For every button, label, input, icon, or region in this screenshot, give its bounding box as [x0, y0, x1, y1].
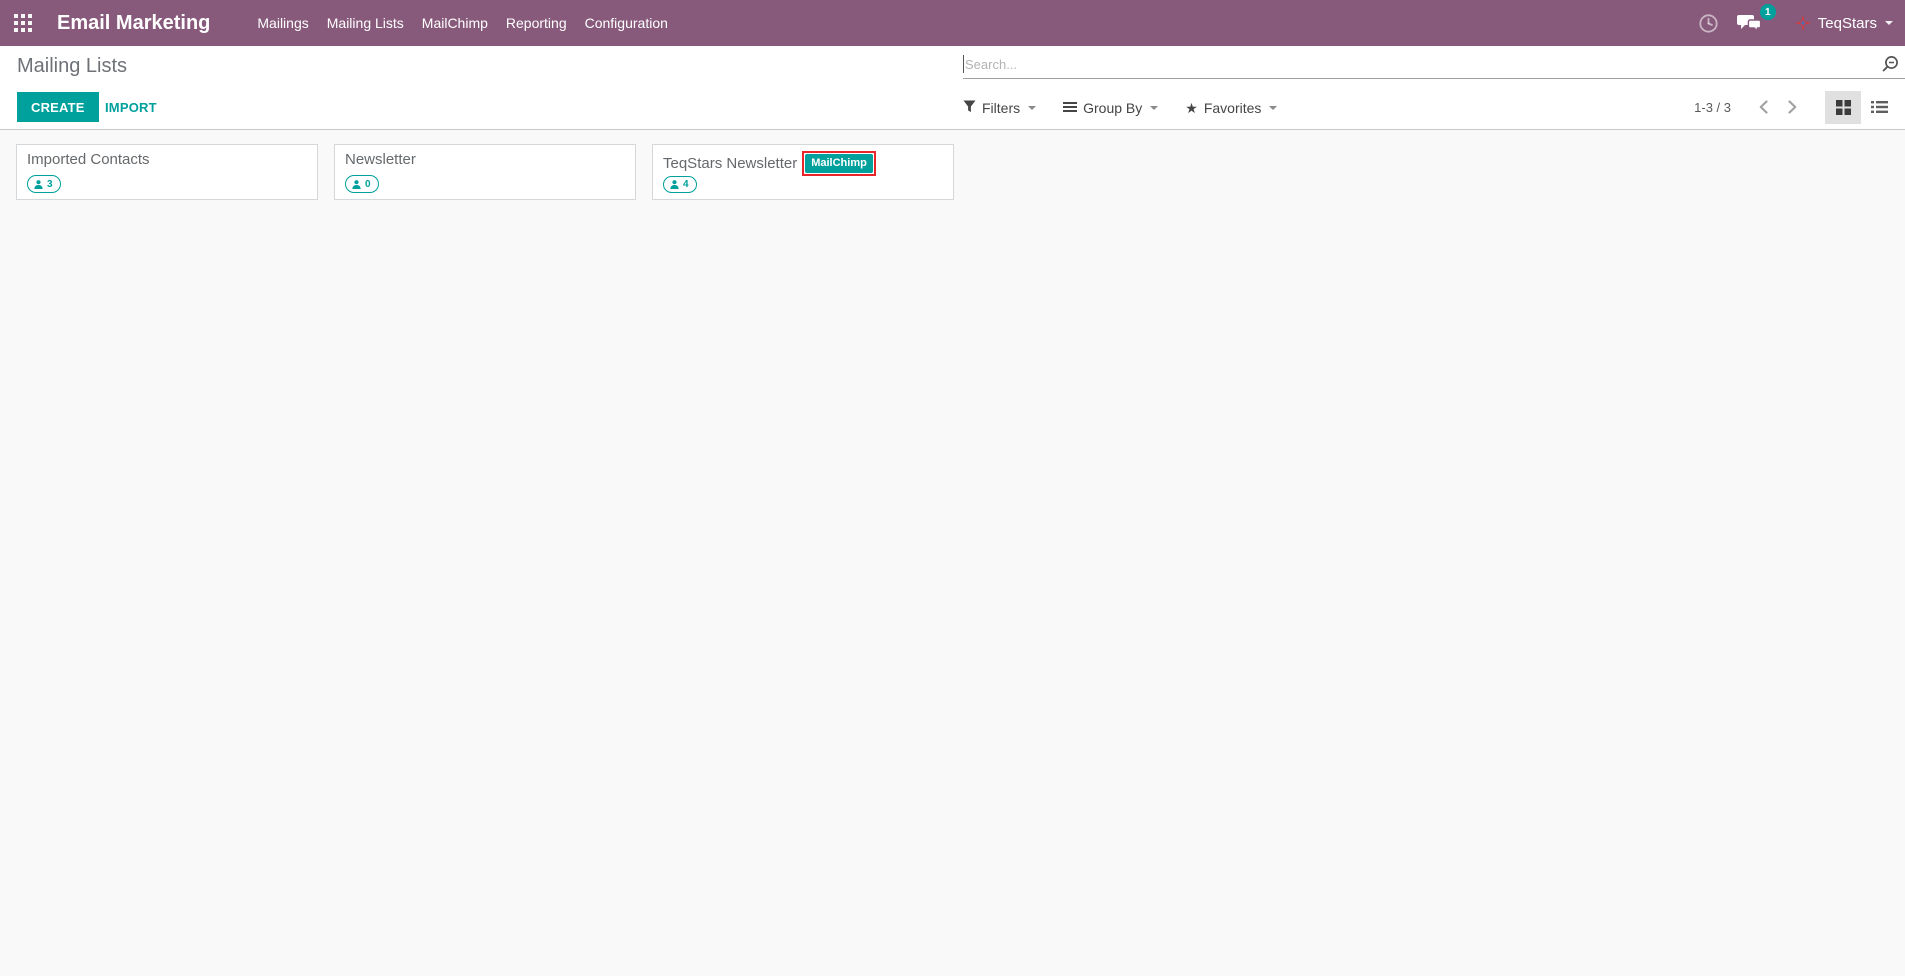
filters-dropdown[interactable]: Filters [963, 100, 1036, 116]
contacts-count-badge: 3 [27, 175, 61, 193]
group-by-dropdown[interactable]: Group By [1063, 100, 1158, 116]
chevron-down-icon [1885, 21, 1893, 25]
menu-item-configuration[interactable]: Configuration [576, 0, 677, 46]
list-view-icon [1871, 100, 1888, 114]
navbar-right: 1 TeqStars [1698, 13, 1893, 34]
pager-previous-button[interactable] [1749, 96, 1778, 118]
messages-icon[interactable]: 1 [1737, 13, 1763, 33]
messages-count-badge: 1 [1760, 4, 1776, 20]
mailing-list-card-newsletter[interactable]: Newsletter 0 [334, 144, 636, 200]
user-name: TeqStars [1818, 15, 1877, 32]
favorites-label: Favorites [1204, 100, 1262, 116]
star-icon: ★ [1185, 101, 1198, 115]
page-title: Mailing Lists [17, 55, 127, 78]
kanban-view: Imported Contacts 3 Newsletter 0 TeqStar… [0, 130, 1905, 200]
person-icon [34, 180, 43, 189]
menu-item-reporting[interactable]: Reporting [497, 0, 576, 46]
card-title: Imported Contacts [27, 151, 150, 168]
pager: 1-3 / 3 [1694, 90, 1897, 124]
mailing-list-card-teqstars-newsletter[interactable]: TeqStars Newsletter MailChimp 4 [652, 144, 954, 200]
activities-clock-icon[interactable] [1698, 13, 1719, 34]
contacts-count: 0 [365, 179, 371, 190]
app-title: Email Marketing [57, 12, 210, 35]
list-view-button[interactable] [1861, 91, 1897, 124]
import-button[interactable]: IMPORT [92, 92, 170, 122]
contacts-count: 3 [47, 179, 53, 190]
kanban-view-icon [1836, 100, 1851, 115]
group-by-icon [1063, 100, 1077, 116]
search-options: Filters Group By ★ Favorites [963, 92, 1277, 123]
menu-item-mailchimp[interactable]: MailChimp [413, 0, 497, 46]
kanban-view-button[interactable] [1825, 91, 1861, 124]
chevron-down-icon [1269, 106, 1277, 110]
apps-menu-icon[interactable] [14, 14, 32, 32]
favorites-dropdown[interactable]: ★ Favorites [1185, 100, 1277, 116]
main-menu: Mailings Mailing Lists MailChimp Reporti… [248, 0, 677, 46]
control-panel: Mailing Lists CREATE IMPORT Filters [0, 46, 1905, 130]
person-icon [352, 180, 361, 189]
create-button[interactable]: CREATE [17, 92, 99, 122]
filters-label: Filters [982, 100, 1020, 116]
filter-funnel-icon [963, 100, 976, 116]
search-icon[interactable] [1881, 55, 1899, 78]
view-switcher [1825, 91, 1897, 124]
text-cursor [963, 55, 964, 73]
click-target-highlight: MailChimp [802, 151, 876, 176]
card-title: TeqStars Newsletter [663, 155, 797, 172]
menu-item-mailing-lists[interactable]: Mailing Lists [318, 0, 413, 46]
card-title: Newsletter [345, 151, 416, 168]
user-avatar-icon [1795, 15, 1811, 31]
search-box [963, 50, 1905, 79]
mailing-list-card-imported-contacts[interactable]: Imported Contacts 3 [16, 144, 318, 200]
group-by-label: Group By [1083, 100, 1142, 116]
top-navbar: Email Marketing Mailings Mailing Lists M… [0, 0, 1905, 46]
pager-next-button[interactable] [1778, 96, 1807, 118]
contacts-count-badge: 0 [345, 175, 379, 193]
chevron-down-icon [1028, 106, 1036, 110]
menu-item-mailings[interactable]: Mailings [248, 0, 317, 46]
chevron-down-icon [1150, 106, 1158, 110]
pager-range: 1-3 / 3 [1694, 100, 1731, 115]
contacts-count: 4 [683, 179, 689, 190]
contacts-count-badge: 4 [663, 176, 697, 193]
search-input[interactable] [965, 50, 1875, 78]
user-menu[interactable]: TeqStars [1795, 15, 1893, 32]
mailchimp-tag-badge[interactable]: MailChimp [805, 154, 873, 173]
person-icon [670, 180, 679, 189]
control-panel-row: CREATE IMPORT Filters Group By [0, 92, 1905, 123]
